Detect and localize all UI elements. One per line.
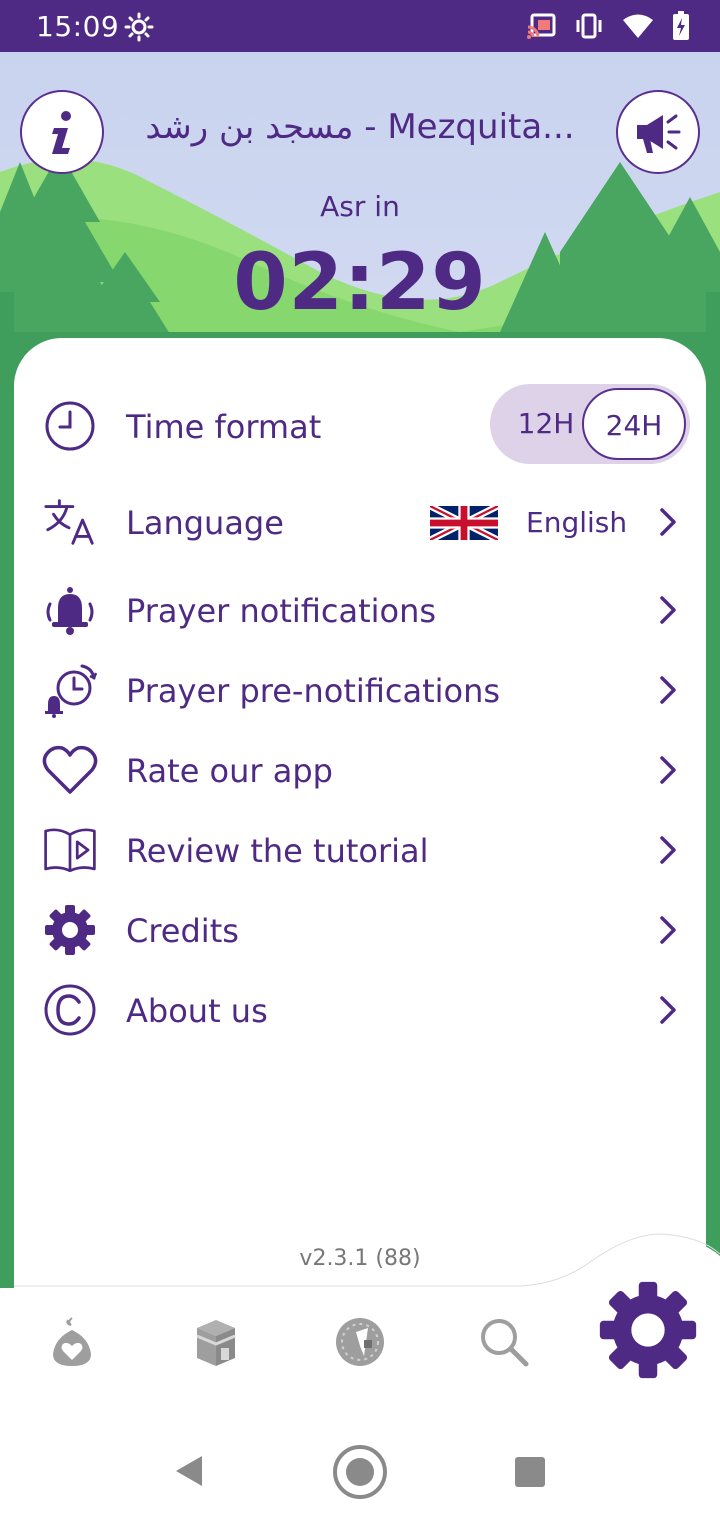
prayer-notifications-row[interactable]: Prayer notifications: [14, 574, 706, 646]
announcements-button[interactable]: [616, 90, 700, 174]
info-button[interactable]: [20, 90, 104, 174]
chevron-right-icon: [660, 996, 676, 1024]
prayer-pre-notifications-row[interactable]: Prayer pre-notifications: [14, 654, 706, 726]
battery-charging-icon: [673, 11, 689, 40]
gear-icon: [42, 902, 98, 958]
status-bar: 15:09: [0, 0, 720, 52]
book-play-icon: [42, 822, 98, 878]
prayer-pre-notifications-label: Prayer pre-notifications: [126, 672, 501, 710]
settings-card: Time format 12H 24H Language English Pra…: [14, 338, 706, 1288]
nav-qibla[interactable]: [320, 1302, 400, 1382]
chevron-right-icon: [660, 916, 676, 944]
review-tutorial-row[interactable]: Review the tutorial: [14, 814, 706, 886]
about-us-label: About us: [126, 992, 268, 1030]
chevron-right-icon: [660, 596, 676, 624]
time-format-12h-option[interactable]: 12H: [506, 384, 586, 464]
recents-icon[interactable]: [514, 1456, 546, 1488]
bottom-navigation: [0, 1281, 720, 1400]
rate-app-label: Rate our app: [126, 752, 333, 790]
language-value: English: [526, 506, 628, 539]
app-version: v2.3.1 (88): [299, 1246, 421, 1271]
chevron-right-icon: [660, 756, 676, 784]
credits-label: Credits: [126, 912, 239, 950]
time-format-24h-option[interactable]: 24H: [582, 388, 686, 460]
nav-mosque[interactable]: [32, 1302, 112, 1382]
chevron-right-icon: [660, 676, 676, 704]
nav-kaaba[interactable]: [176, 1302, 256, 1382]
rate-app-row[interactable]: Rate our app: [14, 734, 706, 806]
review-tutorial-label: Review the tutorial: [126, 832, 429, 870]
nav-settings[interactable]: [596, 1278, 700, 1382]
translate-icon: [42, 494, 98, 550]
copyright-icon: [42, 982, 98, 1038]
credits-row[interactable]: Credits: [14, 894, 706, 966]
wifi-icon: [623, 14, 653, 38]
about-us-row[interactable]: About us: [14, 974, 706, 1046]
language-row[interactable]: Language English: [14, 486, 706, 558]
settings-gear-icon: [599, 1281, 697, 1379]
time-format-label: Time format: [126, 408, 322, 446]
alarm-clock-bell-icon: [42, 662, 98, 718]
nav-search[interactable]: [464, 1302, 544, 1382]
language-label: Language: [126, 504, 284, 542]
search-icon: [481, 1319, 529, 1367]
system-navigation-bar: [0, 1400, 720, 1520]
mosque-name[interactable]: مسجد بن رشد - Mezquita...: [130, 107, 590, 147]
next-prayer-label: Asr in: [320, 190, 400, 223]
info-icon: [52, 111, 71, 154]
time-format-toggle[interactable]: 12H 24H: [490, 384, 690, 464]
prayer-notifications-label: Prayer notifications: [126, 592, 437, 630]
chevron-right-icon: [660, 836, 676, 864]
megaphone-icon: [637, 114, 681, 153]
qibla-compass-icon: [336, 1318, 384, 1366]
brightness-icon: [124, 12, 154, 42]
prayer-countdown: 02:29: [233, 238, 487, 328]
status-time: 15:09: [36, 10, 120, 43]
bell-ringing-icon: [42, 582, 98, 638]
chevron-right-icon: [660, 508, 676, 536]
back-icon[interactable]: [172, 1454, 206, 1488]
vibrate-icon: [576, 13, 602, 39]
home-icon[interactable]: [332, 1444, 388, 1500]
mosque-heart-icon: [53, 1317, 91, 1366]
heart-icon: [42, 742, 98, 798]
clock-icon: [42, 398, 98, 454]
uk-flag-icon: [430, 506, 498, 540]
cast-icon: [527, 13, 556, 39]
kaaba-icon: [196, 1320, 236, 1366]
